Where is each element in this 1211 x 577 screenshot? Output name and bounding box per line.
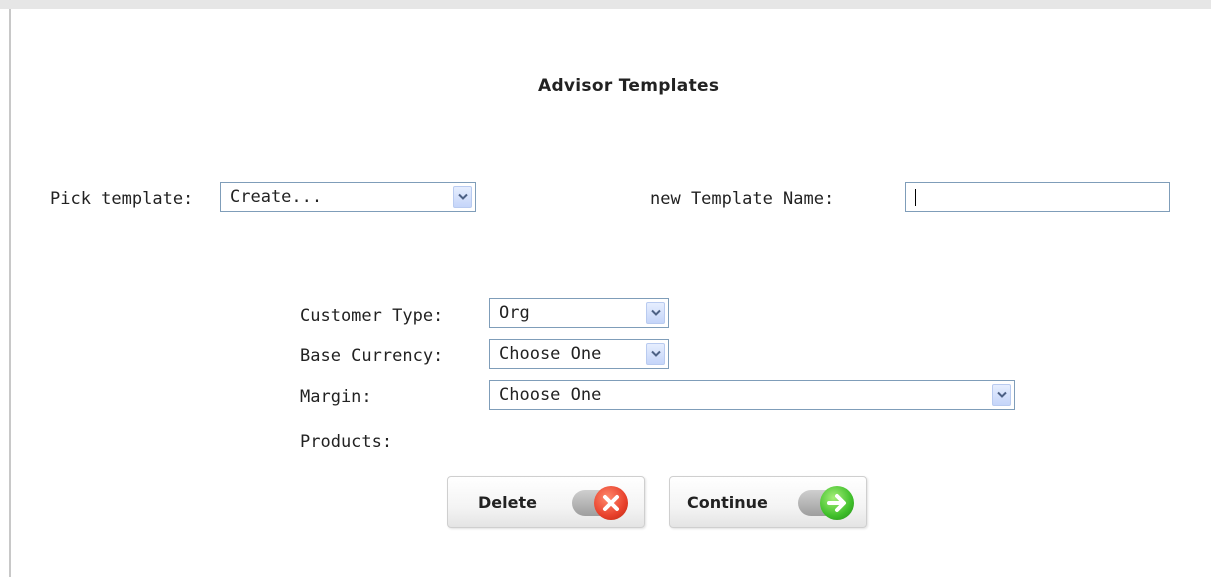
margin-value: Choose One	[499, 385, 602, 405]
x-circle-icon	[594, 486, 628, 520]
base-currency-label: Base Currency:	[300, 346, 444, 366]
chevron-down-icon[interactable]	[453, 186, 472, 208]
arrow-right-circle-icon	[820, 486, 854, 520]
page-title: Advisor Templates	[538, 76, 720, 96]
pick-template-value: Create...	[230, 187, 323, 207]
base-currency-select[interactable]: Choose One	[489, 339, 669, 369]
delete-button[interactable]: Delete	[447, 476, 645, 528]
margin-select[interactable]: Choose One	[489, 380, 1015, 410]
delete-button-label: Delete	[478, 493, 537, 512]
customer-type-select[interactable]: Org	[489, 298, 669, 328]
top-border	[0, 0, 1211, 9]
customer-type-label: Customer Type:	[300, 306, 444, 326]
text-caret	[915, 189, 916, 206]
left-border	[9, 9, 11, 577]
pick-template-label: Pick template:	[50, 189, 194, 209]
chevron-down-icon[interactable]	[646, 343, 665, 365]
base-currency-value: Choose One	[499, 344, 602, 364]
chevron-down-icon[interactable]	[646, 302, 665, 324]
margin-label: Margin:	[300, 387, 372, 407]
pick-template-select[interactable]: Create...	[220, 182, 476, 212]
continue-button[interactable]: Continue	[669, 476, 867, 528]
new-template-name-label: new Template Name:	[650, 189, 835, 209]
continue-button-label: Continue	[687, 493, 768, 512]
chevron-down-icon[interactable]	[992, 384, 1011, 406]
customer-type-value: Org	[499, 303, 530, 323]
new-template-name-input[interactable]	[905, 182, 1170, 212]
products-label: Products:	[300, 432, 393, 452]
